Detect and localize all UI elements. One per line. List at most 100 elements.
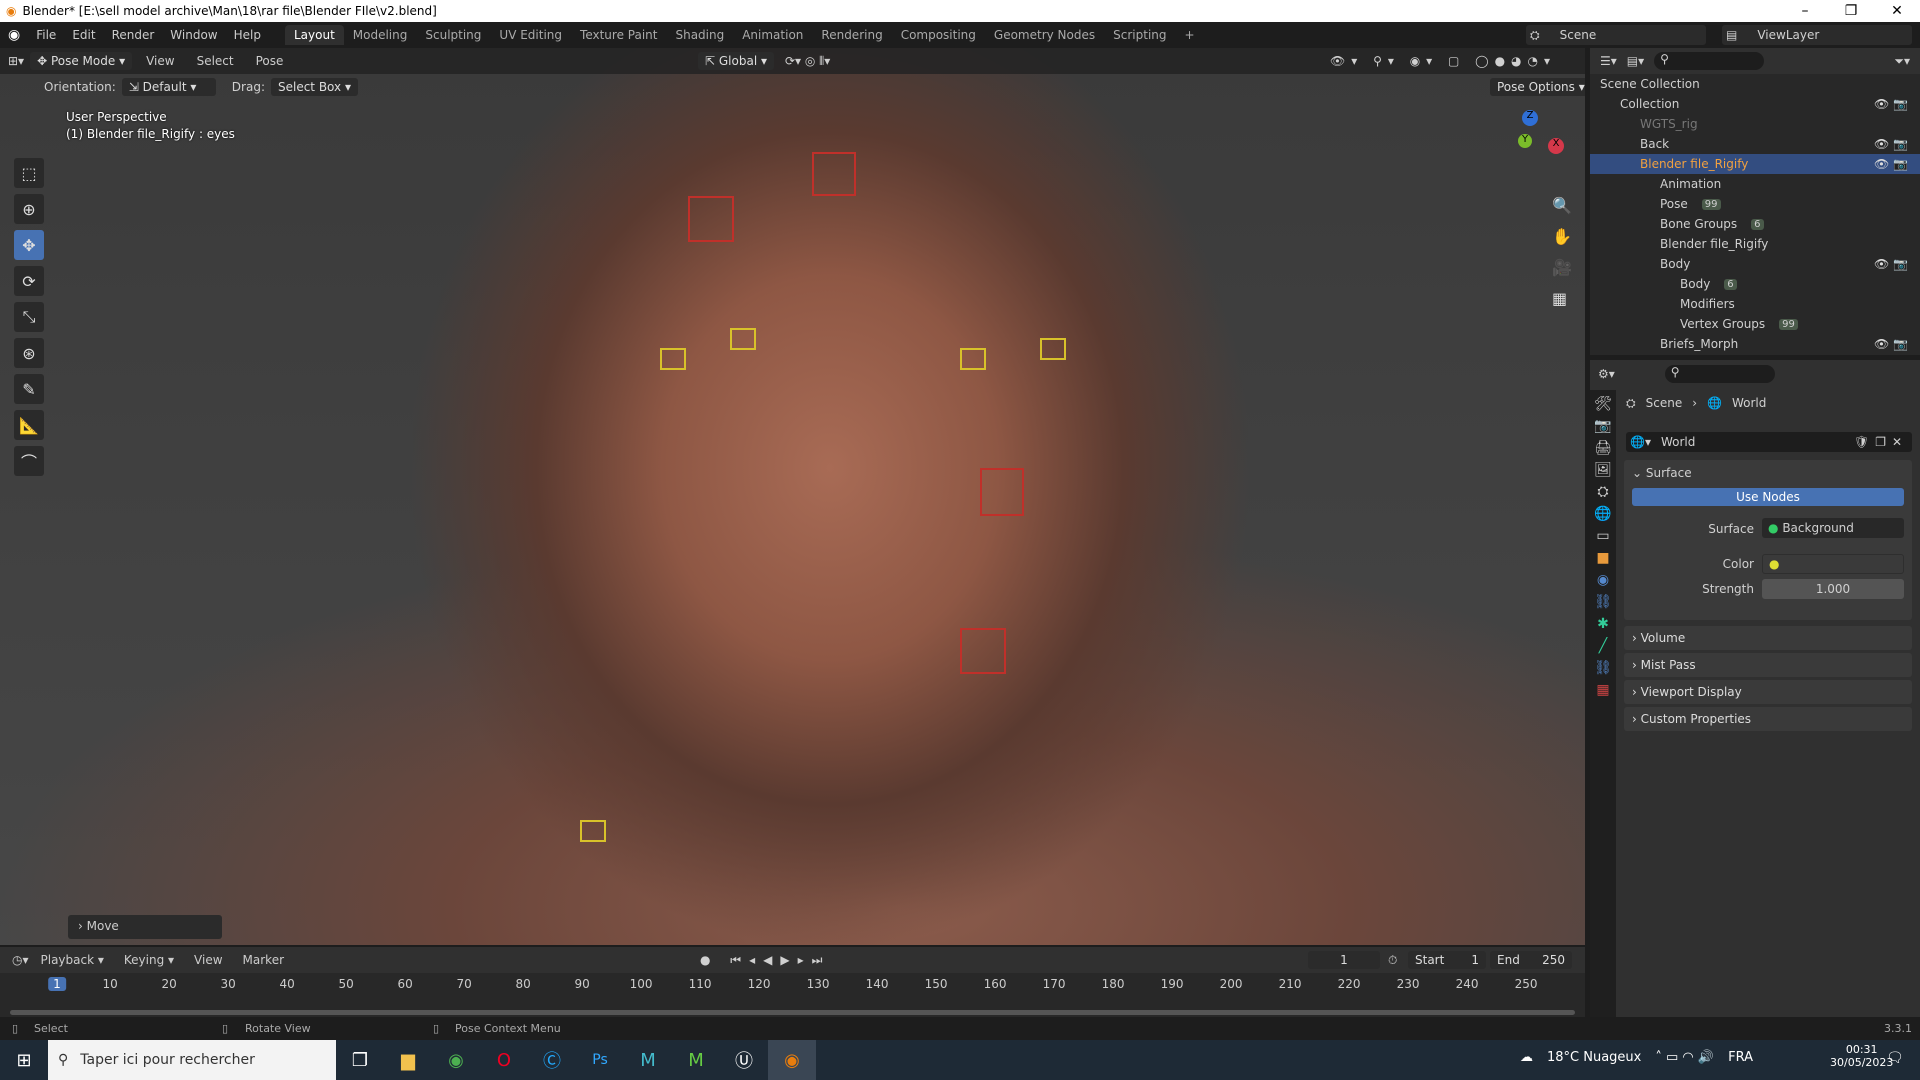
menu-pose[interactable]: Pose xyxy=(248,54,292,68)
menu-file[interactable]: File xyxy=(28,28,64,42)
maximize-button[interactable]: ❐ xyxy=(1828,0,1874,22)
bone-widget[interactable] xyxy=(812,152,856,196)
ccleaner-icon[interactable]: Ⓒ xyxy=(528,1040,576,1080)
photoshop-icon[interactable]: Ps xyxy=(576,1040,624,1080)
menu-playback[interactable]: Playback ▾ xyxy=(33,953,112,967)
tab-compositing[interactable]: Compositing xyxy=(892,25,985,45)
menu-help[interactable]: Help xyxy=(226,28,269,42)
filter-view-icon[interactable]: ▤▾ xyxy=(1627,54,1644,68)
measure-tool-icon[interactable]: 📐 xyxy=(14,410,44,440)
select-box-tool-icon[interactable]: ⬚ xyxy=(14,158,44,188)
volume-panel[interactable]: › Volume xyxy=(1624,626,1912,650)
mudbox-icon[interactable]: M xyxy=(624,1040,672,1080)
zoom-icon[interactable]: 🔍 xyxy=(1552,196,1572,215)
tab-texture-paint[interactable]: Texture Paint xyxy=(571,25,666,45)
stopwatch-icon[interactable]: ⏱ xyxy=(1388,953,1397,968)
display-mode-icon[interactable]: ☰▾ xyxy=(1600,54,1617,68)
viewport-display-panel[interactable]: › Viewport Display xyxy=(1624,680,1912,704)
pose-options-button[interactable]: Pose Options ▾ xyxy=(1490,78,1585,96)
outliner-row[interactable]: Collection 👁 📷 xyxy=(1590,94,1920,114)
output-tab-icon[interactable]: 🖨 xyxy=(1594,440,1612,456)
use-nodes-button[interactable]: Use Nodes xyxy=(1632,488,1904,506)
bone-widget[interactable] xyxy=(730,328,756,350)
rotate-tool-icon[interactable]: ⟳ xyxy=(14,266,44,296)
unreal-icon[interactable]: Ⓤ xyxy=(720,1040,768,1080)
visibility-toggle-icon[interactable]: 👁 📷 xyxy=(1874,257,1908,271)
render-tab-icon[interactable]: 📷 xyxy=(1594,418,1611,434)
blender-taskbar-icon[interactable]: ◉ xyxy=(768,1040,816,1080)
physics-tab-icon[interactable]: ◉ xyxy=(1597,572,1609,588)
3d-viewport[interactable]: ⊞▾ ✥ Pose Mode ▾ View Select Pose ⇱ Glob… xyxy=(0,48,1585,945)
menu-marker[interactable]: Marker xyxy=(235,953,292,967)
bone-widget[interactable] xyxy=(1040,338,1066,360)
bone-widget[interactable] xyxy=(960,628,1006,674)
notifications-icon[interactable]: 🗨 xyxy=(1886,1050,1904,1066)
surface-shader-select[interactable]: ● Background xyxy=(1762,518,1904,538)
viewlayer-selector[interactable]: ▤ ViewLayer xyxy=(1722,25,1912,45)
opera-icon[interactable]: O xyxy=(480,1040,528,1080)
bone-constraint-tab-icon[interactable]: ⛓ xyxy=(1594,660,1612,676)
outliner-row[interactable]: Modifiers xyxy=(1590,294,1920,314)
cursor-tool-icon[interactable]: ⊕ xyxy=(14,194,44,224)
menu-render[interactable]: Render xyxy=(104,28,163,42)
windows-start-icon[interactable]: ⊞ xyxy=(0,1040,48,1080)
shading-buttons[interactable]: 👁▾ ⚲▾ ◉▾ ▢ ◯●◕◔▾ xyxy=(1330,54,1556,68)
menu-edit[interactable]: Edit xyxy=(64,28,103,42)
bone-widget[interactable] xyxy=(688,196,734,242)
surface-panel-header[interactable]: ⌄ Surface xyxy=(1624,460,1912,486)
menu-view[interactable]: View xyxy=(186,953,230,967)
menu-window[interactable]: Window xyxy=(162,28,225,42)
navigation-gizmo[interactable]: Z X Y xyxy=(1490,110,1570,190)
taskbar-search[interactable]: ⚲ Taper ici pour rechercher xyxy=(48,1040,336,1080)
editor-type-icon[interactable]: ⊞▾ xyxy=(8,54,24,68)
world-datablock-selector[interactable]: 🌐▾ World 🛡❐✕ xyxy=(1626,432,1912,452)
relax-pose-tool-icon[interactable]: ⌒ xyxy=(14,446,44,476)
tab-sculpting[interactable]: Sculpting xyxy=(416,25,490,45)
close-button[interactable]: ✕ xyxy=(1874,0,1920,22)
add-workspace-button[interactable]: + xyxy=(1176,25,1204,45)
visibility-toggle-icon[interactable]: 👁 📷 xyxy=(1874,157,1908,171)
menu-select[interactable]: Select xyxy=(189,54,242,68)
drag-select[interactable]: Select Box ▾ xyxy=(270,78,358,96)
bone-widget[interactable] xyxy=(980,468,1024,516)
chrome-icon[interactable]: ◉ xyxy=(432,1040,480,1080)
object-tab-icon[interactable]: ■ xyxy=(1596,550,1609,566)
file-explorer-icon[interactable]: ▆ xyxy=(384,1040,432,1080)
language-indicator[interactable]: FRA xyxy=(1728,1050,1753,1065)
transform-tool-icon[interactable]: ⊛ xyxy=(14,338,44,368)
outliner-row[interactable]: Body 6 xyxy=(1590,274,1920,294)
tab-layout[interactable]: Layout xyxy=(284,25,344,45)
tab-animation[interactable]: Animation xyxy=(733,25,812,45)
tray-icons[interactable]: ˄ ▭ ◠ 🔊 xyxy=(1655,1050,1714,1065)
outliner-row[interactable]: Blender file_Rigify 👁 📷 xyxy=(1590,154,1920,174)
tab-shading[interactable]: Shading xyxy=(666,25,733,45)
bone-widget[interactable] xyxy=(960,348,986,370)
outliner-row[interactable]: Scene Collection xyxy=(1590,74,1920,94)
current-frame-field[interactable]: 1 xyxy=(1308,951,1380,969)
blender-menu-icon[interactable]: ◉ xyxy=(0,27,28,43)
constraints-tab-icon[interactable]: ⛓ xyxy=(1594,594,1612,610)
bone-widget[interactable] xyxy=(660,348,686,370)
move-tool-icon[interactable]: ✥ xyxy=(14,230,44,260)
outliner-row[interactable]: Bone Groups 6 xyxy=(1590,214,1920,234)
bone-tab-icon[interactable]: ╱ xyxy=(1599,638,1607,654)
tool-tab-icon[interactable]: 🛠 xyxy=(1594,396,1612,412)
last-operator-panel[interactable]: › Move xyxy=(68,915,222,939)
outliner-row[interactable]: Body 👁 📷 xyxy=(1590,254,1920,274)
menu-keying[interactable]: Keying ▾ xyxy=(116,953,182,967)
scene-selector[interactable]: ⛭ Scene xyxy=(1526,25,1706,45)
outliner-row[interactable]: Vertex Groups 99 xyxy=(1590,314,1920,334)
mode-selector[interactable]: ✥ Pose Mode ▾ xyxy=(30,52,133,70)
orientation-select[interactable]: ⇲ Default ▾ xyxy=(121,78,216,96)
task-view-icon[interactable]: ❐ xyxy=(336,1040,384,1080)
editor-type-icon[interactable]: ◷▾ xyxy=(12,953,29,967)
filter-icon[interactable]: ⏷▾ xyxy=(1894,54,1910,69)
outliner-search-input[interactable]: ⚲ xyxy=(1654,52,1765,70)
datablock-actions[interactable]: 🛡❐✕ xyxy=(1854,435,1908,449)
outliner-row[interactable]: Blender file_Rigify xyxy=(1590,234,1920,254)
color-field[interactable]: ● xyxy=(1762,554,1904,574)
collection-tab-icon[interactable]: ▭ xyxy=(1596,528,1609,544)
weather-icon[interactable]: ☁ xyxy=(1520,1050,1533,1065)
view-layer-tab-icon[interactable]: 🖼 xyxy=(1594,462,1612,478)
tab-rendering[interactable]: Rendering xyxy=(812,25,891,45)
